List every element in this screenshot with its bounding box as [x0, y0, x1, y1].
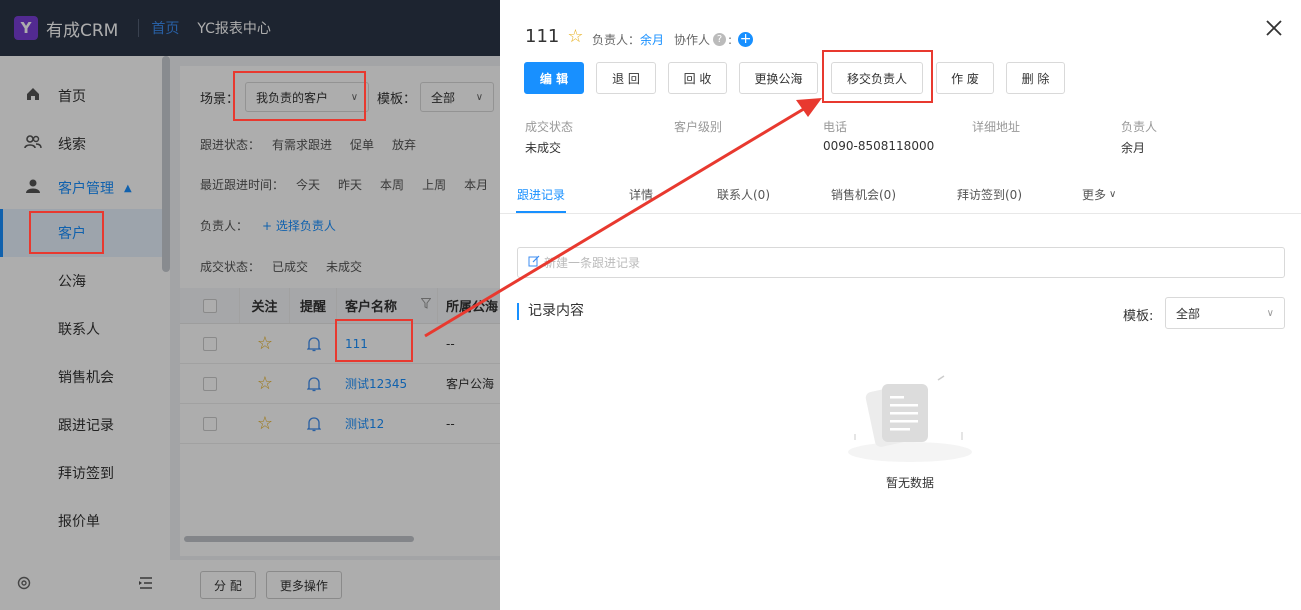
record-template-value: 全部: [1176, 306, 1201, 321]
annotation-scene-box: [233, 71, 366, 121]
delete-button[interactable]: 删 除: [1006, 62, 1065, 94]
new-followup-input[interactable]: 新建一条跟进记录: [517, 247, 1285, 278]
recycle-button[interactable]: 回 收: [668, 62, 727, 94]
info-value: 未成交: [525, 141, 562, 155]
annotation-transfer-box: [822, 50, 933, 103]
crm-app: Y 有成CRM 首页 YC报表中心 首页 线索 客户管理 ▲ 客户 公海 联系人…: [0, 0, 1301, 610]
info-value: 余月: [1121, 141, 1146, 155]
change-pool-button[interactable]: 更换公海: [739, 62, 818, 94]
active-tab-indicator: [516, 211, 566, 213]
edit-icon: [528, 255, 540, 270]
tab-more[interactable]: 更多 ∨: [1082, 186, 1116, 203]
owner-name[interactable]: 余月: [640, 31, 664, 48]
owner-label: 负责人：: [592, 33, 641, 47]
new-followup-placeholder: 新建一条跟进记录: [544, 256, 641, 270]
return-button[interactable]: 退 回: [596, 62, 656, 94]
tab-opportunities[interactable]: 销售机会(0): [831, 186, 896, 203]
info-key: 详细地址: [972, 120, 1021, 134]
empty-state: 暂无数据: [840, 370, 980, 491]
info-phone: 电话 0090-8508118000: [823, 118, 934, 153]
empty-state-text: 暂无数据: [885, 476, 934, 490]
detail-meta: 负责人： 余月 协作人 ? : +: [592, 31, 754, 48]
info-key: 电话: [823, 120, 848, 134]
tab-more-label: 更多: [1082, 188, 1107, 202]
void-button[interactable]: 作 废: [936, 62, 994, 94]
add-collaborator-icon[interactable]: +: [738, 32, 754, 47]
info-key: 负责人: [1121, 120, 1158, 134]
detail-title: 111 ☆: [525, 26, 584, 47]
info-deal-status: 成交状态 未成交: [525, 118, 573, 156]
collaborator-label: 协作人: [674, 33, 711, 47]
detail-tabs: 跟进记录 详情 联系人(0) 销售机会(0) 拜访签到(0) 更多 ∨: [500, 176, 1301, 214]
record-content-title: 记录内容: [517, 303, 584, 320]
help-icon[interactable]: ?: [713, 33, 727, 46]
info-value: 0090-8508118000: [823, 139, 935, 153]
empty-document-icon: [848, 375, 972, 462]
tab-contacts[interactable]: 联系人(0): [717, 186, 770, 203]
chevron-down-icon: ∨: [1266, 307, 1274, 319]
tab-followup-records[interactable]: 跟进记录: [517, 186, 565, 203]
annotation-row-box: [335, 319, 413, 362]
edit-button[interactable]: 编 辑: [524, 62, 584, 94]
info-key: 成交状态: [525, 120, 574, 134]
star-icon[interactable]: ☆: [567, 26, 583, 47]
record-template-label: 模板:: [1123, 309, 1154, 324]
record-template-select[interactable]: 全部 ∨: [1165, 297, 1285, 329]
info-owner: 负责人 余月: [1121, 118, 1157, 156]
customer-title: 111: [525, 26, 560, 47]
chevron-down-icon: ∨: [1109, 189, 1117, 200]
tab-details[interactable]: 详情: [629, 186, 653, 203]
info-key: 客户级别: [674, 120, 723, 134]
info-customer-level: 客户级别: [674, 118, 722, 139]
annotation-customer-box: [29, 211, 104, 254]
close-icon[interactable]: [1266, 15, 1282, 41]
info-address: 详细地址: [972, 118, 1020, 139]
tab-visits[interactable]: 拜访签到(0): [957, 186, 1022, 203]
